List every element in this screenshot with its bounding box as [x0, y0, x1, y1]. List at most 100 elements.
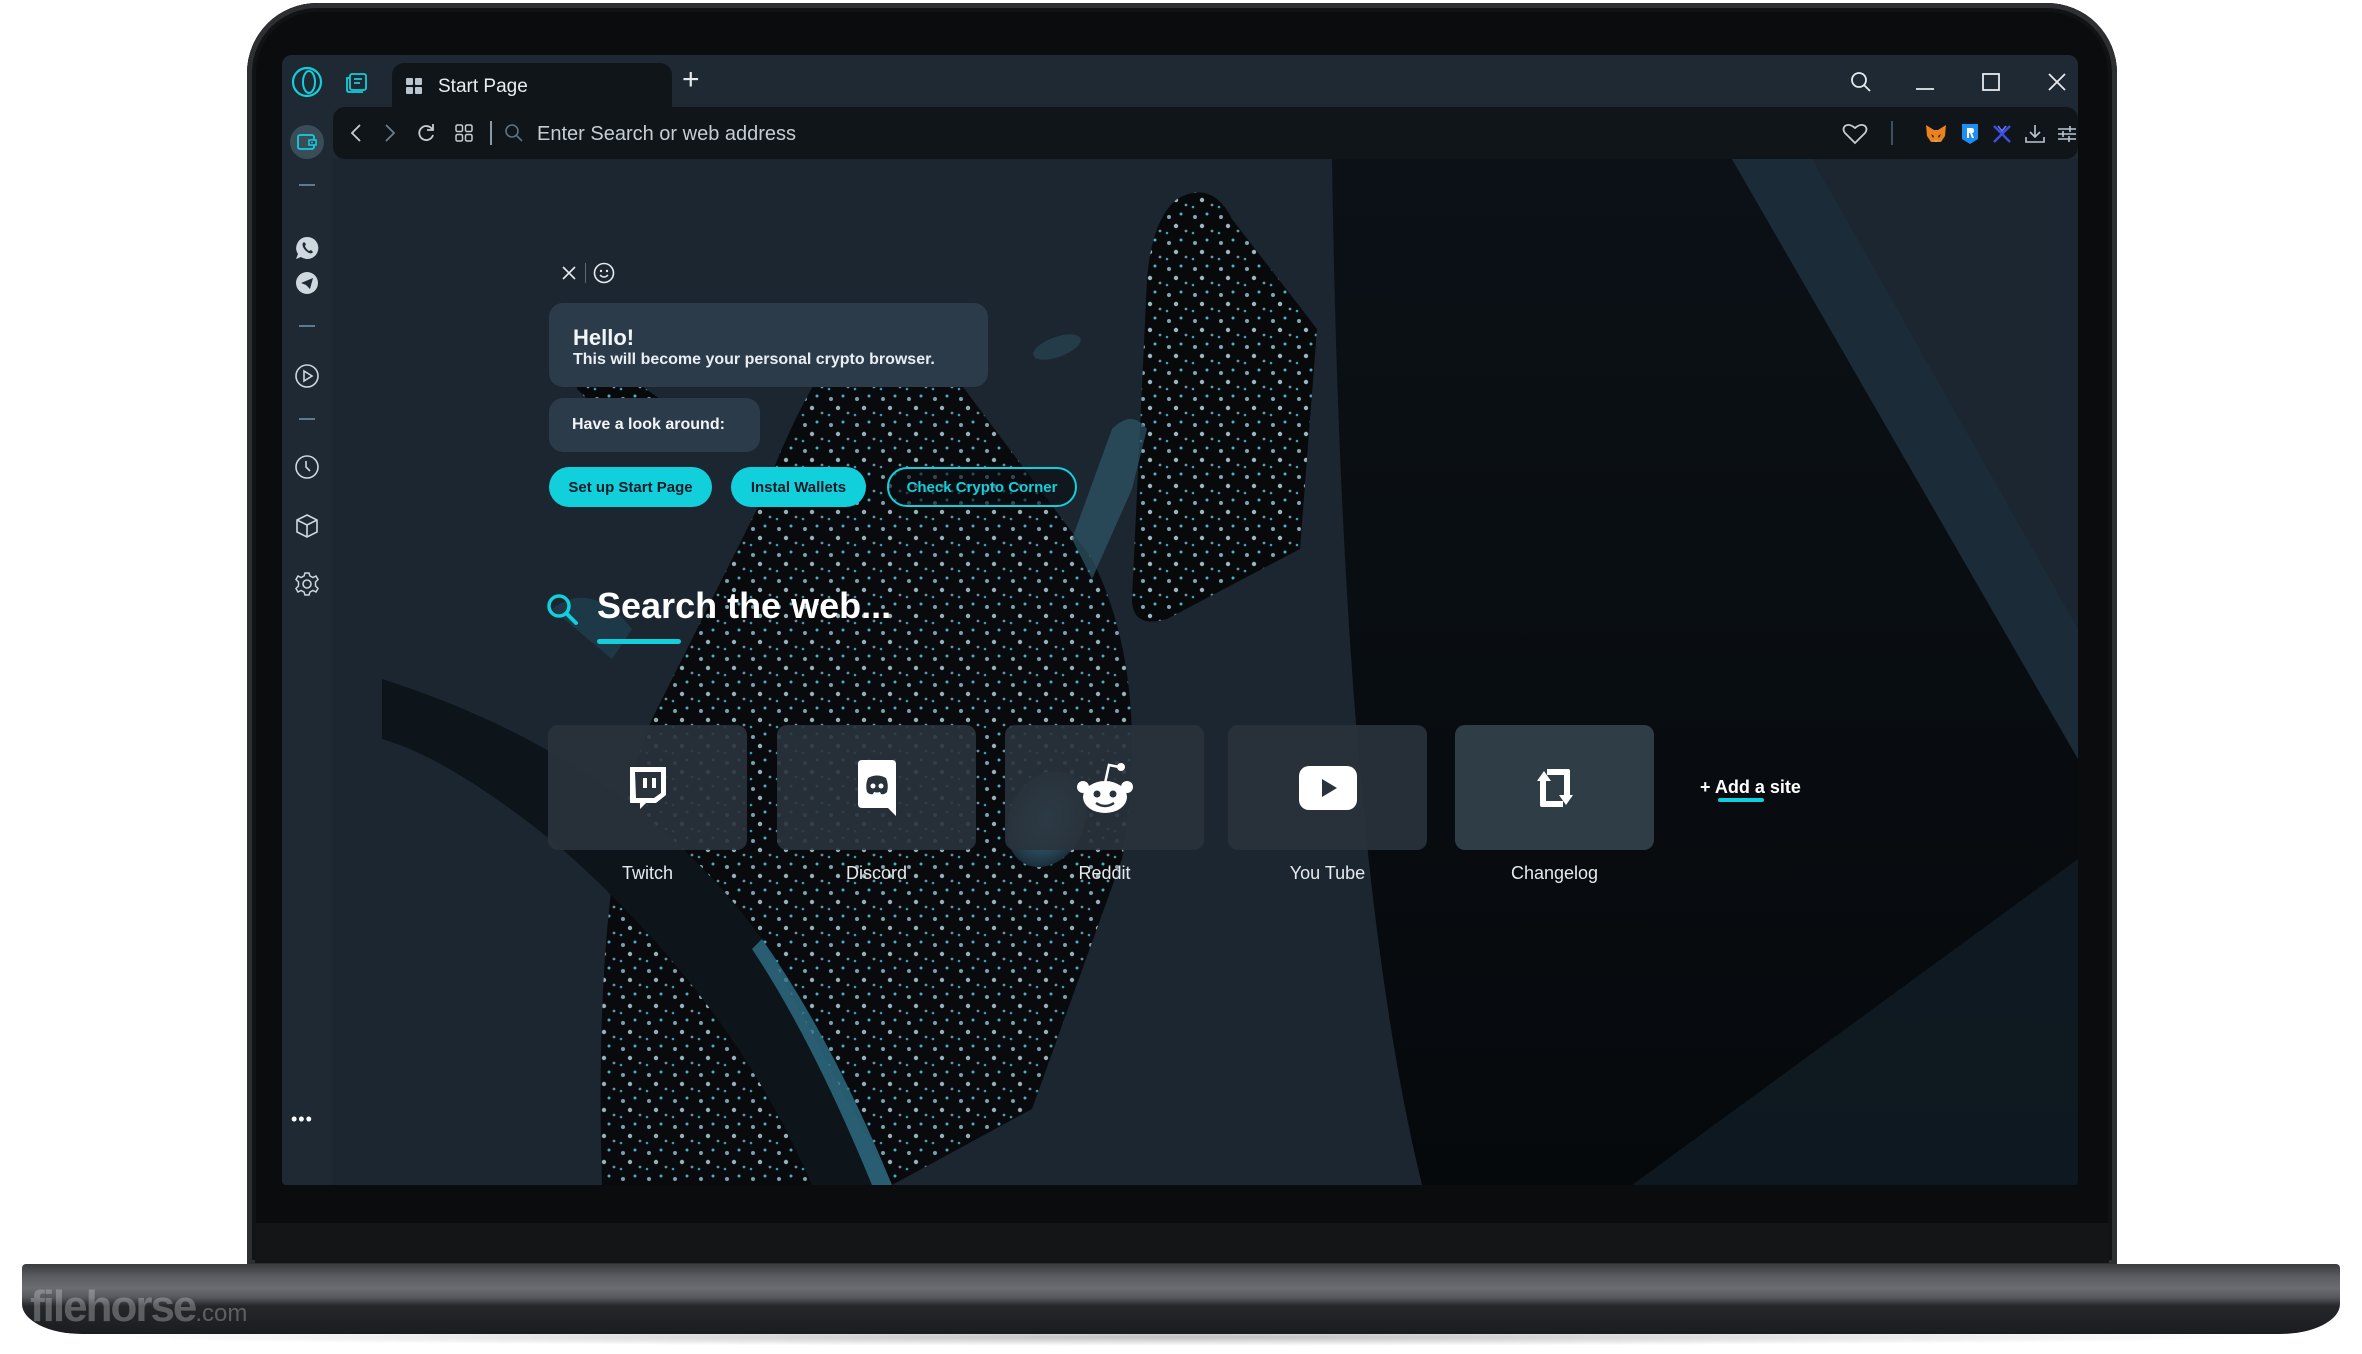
- speed-dial-changelog-label: Changelog: [1510, 863, 1599, 883]
- window-search-button[interactable]: [1846, 67, 1876, 97]
- search-icon: [1851, 72, 1871, 92]
- exchange-extension[interactable]: [1989, 121, 2015, 147]
- web-search[interactable]: [542, 589, 582, 629]
- back-button[interactable]: [343, 120, 369, 146]
- laptop-base: [22, 1264, 2340, 1334]
- metamask-extension[interactable]: [1923, 121, 1949, 147]
- whatsapp-icon: [296, 236, 319, 259]
- start-page: Hello! This will become your personal cr…: [332, 159, 2078, 1185]
- reddit-icon: [1076, 762, 1133, 813]
- sidebar-more-button[interactable]: •••: [291, 1109, 313, 1130]
- speed-dial-changelog[interactable]: [1455, 725, 1654, 850]
- sidebar-item-player[interactable]: [292, 361, 322, 391]
- greeting-card: Hello! This will become your personal cr…: [549, 303, 988, 387]
- grid-icon: [404, 76, 424, 96]
- downloads-button[interactable]: [2021, 120, 2049, 148]
- gear-icon: [295, 572, 319, 596]
- youtube-icon: [1298, 765, 1357, 810]
- clock-icon: [295, 455, 319, 479]
- forward-button[interactable]: [377, 120, 403, 146]
- close-icon: [2048, 73, 2066, 91]
- sidebar-item-telegram[interactable]: [292, 268, 322, 298]
- bookmarks-button[interactable]: [1840, 119, 1870, 149]
- opera-logo-icon: [291, 66, 323, 98]
- check-crypto-corner-button[interactable]: Check Crypto Corner: [887, 467, 1077, 507]
- wallet-icon: [297, 134, 317, 150]
- greeting-text: This will become your personal crypto br…: [573, 351, 935, 368]
- maximize-icon: [1982, 73, 2000, 91]
- greeting-title: Hello!: [573, 325, 635, 350]
- search-icon: [547, 594, 578, 625]
- sidebar-item-history[interactable]: [292, 452, 322, 482]
- speed-dial-youtube-label: You Tube: [1289, 863, 1366, 883]
- watermark-suffix: .com: [195, 1300, 248, 1327]
- sidebar-item-settings[interactable]: [292, 569, 322, 599]
- news-button[interactable]: [342, 69, 370, 97]
- play-icon: [295, 364, 319, 388]
- setup-start-page-button[interactable]: Set up Start Page: [549, 467, 712, 507]
- speed-dial-discord-label: Discord: [845, 863, 907, 883]
- address-bar: [333, 107, 2078, 161]
- back-icon: [350, 124, 361, 142]
- speed-dial-twitch[interactable]: [548, 725, 747, 850]
- minimize-button[interactable]: [1910, 67, 1940, 97]
- exchange-x-icon: [1993, 125, 2011, 143]
- changelog-icon: [1536, 768, 1573, 807]
- speed-dial-twitch-label: Twitch: [621, 863, 673, 883]
- search-label[interactable]: Search the web...: [597, 585, 891, 627]
- heart-icon: [1842, 123, 1868, 145]
- discord-icon: [857, 759, 896, 816]
- sidebar-separator: [299, 418, 315, 420]
- telegram-icon: [296, 272, 318, 294]
- metamask-icon: [1926, 125, 1946, 142]
- opera-menu-button[interactable]: [290, 65, 324, 99]
- reload-button[interactable]: [413, 120, 439, 146]
- laptop-chin: [255, 1223, 2109, 1263]
- close-icon: [562, 266, 576, 280]
- install-wallets-button[interactable]: Instal Wallets: [731, 467, 866, 507]
- speed-dial-reddit-label: Reddit: [1078, 863, 1131, 883]
- address-divider: [490, 121, 492, 145]
- tab-bar: Start Page +: [282, 55, 2078, 109]
- add-site-underline: [1718, 798, 1764, 802]
- assistant-divider: [585, 263, 586, 283]
- tab-grid-icon: [455, 124, 473, 142]
- prompt-card: Have a look around:: [549, 398, 760, 452]
- close-window-button[interactable]: [2042, 67, 2072, 97]
- speed-dial-discord[interactable]: [777, 725, 976, 850]
- wallet-r-icon: [1962, 124, 1978, 144]
- browser-window: Hello! This will become your personal cr…: [282, 55, 2078, 1185]
- sidebar-item-whatsapp[interactable]: [292, 233, 322, 263]
- sidebar-item-wallet[interactable]: [290, 125, 324, 159]
- address-search-icon: [501, 120, 527, 146]
- twitch-icon: [629, 766, 666, 809]
- address-input[interactable]: [535, 107, 1239, 161]
- close-assistant-button[interactable]: [557, 261, 581, 285]
- tab-title: Start Page: [438, 76, 528, 97]
- sidebar-separator: [299, 184, 315, 186]
- wallet-extension[interactable]: [1957, 121, 1983, 147]
- tab-start-page[interactable]: Start Page: [392, 63, 672, 109]
- news-icon: [346, 73, 367, 93]
- speed-dial-reddit[interactable]: [1005, 725, 1204, 850]
- watermark: filehorse.com: [30, 1282, 247, 1332]
- sidebar: •••: [282, 107, 332, 1185]
- download-icon: [2025, 125, 2045, 143]
- settings-sliders-icon: [2058, 126, 2076, 142]
- easy-setup-button[interactable]: [2053, 120, 2078, 148]
- maximize-button[interactable]: [1976, 67, 2006, 97]
- tab-grid-button[interactable]: [451, 120, 477, 146]
- forward-icon: [385, 124, 396, 142]
- watermark-text: filehorse: [30, 1282, 197, 1331]
- sidebar-item-extensions[interactable]: [292, 511, 322, 541]
- toolbar-divider: [1891, 121, 1893, 145]
- search-underline: [597, 639, 681, 644]
- emoji-button[interactable]: [590, 259, 618, 287]
- reload-icon: [418, 124, 434, 141]
- speed-dial-youtube[interactable]: [1228, 725, 1427, 850]
- new-tab-button[interactable]: +: [682, 63, 700, 97]
- add-site-button[interactable]: + Add a site: [1700, 777, 1801, 798]
- cube-icon: [296, 514, 318, 538]
- smiley-icon: [593, 262, 615, 284]
- sidebar-separator: [299, 325, 315, 327]
